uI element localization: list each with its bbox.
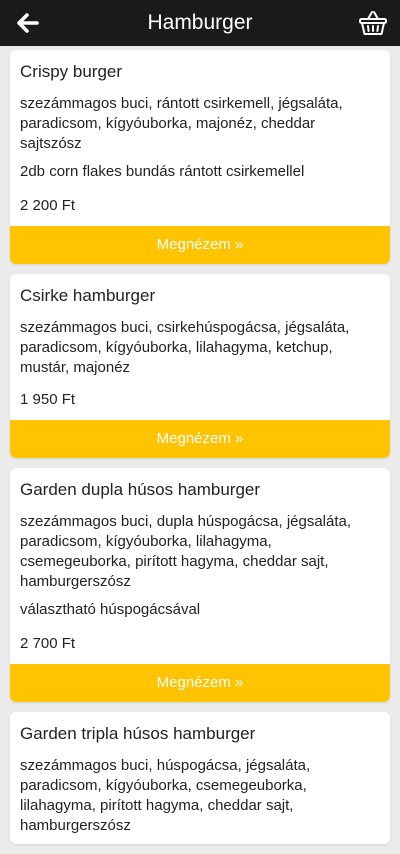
product-note: választható húspogácsával: [20, 601, 201, 618]
basket-icon[interactable]: [356, 6, 390, 40]
product-name: Garden dupla húsos hamburger: [20, 480, 261, 499]
top-bar: Hamburger: [0, 0, 400, 46]
product-card: Crispy burger szezámmagos buci, rántott …: [10, 50, 390, 264]
product-card: Garden tripla húsos hamburger szezámmago…: [10, 712, 390, 844]
view-product-button[interactable]: Megnézem »: [10, 664, 390, 702]
product-price: 1 950 Ft: [20, 391, 76, 408]
product-price: 2 200 Ft: [20, 197, 76, 214]
product-card: Garden dupla húsos hamburger szezámmagos…: [10, 468, 390, 702]
product-name: Crispy burger: [20, 62, 123, 81]
product-note: 2db corn flakes bundás rántott csirkemel…: [20, 163, 305, 180]
view-product-button[interactable]: Megnézem »: [10, 420, 390, 458]
page-title: Hamburger: [147, 11, 253, 34]
product-card: Csirke hamburger szezámmagos buci, csirk…: [10, 274, 390, 458]
product-description: szezámmagos buci, dupla húspogácsa, jégs…: [20, 513, 352, 590]
product-list: Crispy burger szezámmagos buci, rántott …: [10, 50, 390, 854]
product-price: 2 700 Ft: [20, 635, 76, 652]
view-product-button[interactable]: Megnézem »: [10, 226, 390, 264]
product-description: szezámmagos buci, rántott csirkemell, jé…: [20, 95, 343, 152]
product-name: Garden tripla húsos hamburger: [20, 724, 256, 743]
product-name: Csirke hamburger: [20, 286, 156, 305]
product-description: szezámmagos buci, csirkehúspogácsa, jégs…: [20, 319, 350, 376]
product-description: szezámmagos buci, húspogácsa, jégsaláta,…: [20, 757, 311, 834]
